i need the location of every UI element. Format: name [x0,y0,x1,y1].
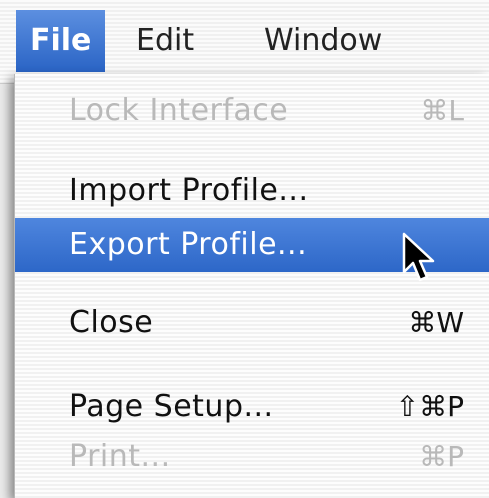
menu-item-label: Lock Interface [69,93,289,128]
menu-edit[interactable]: Edit [122,10,208,72]
menubar: File Edit Window [0,0,489,84]
menu-item-import-profile[interactable]: Import Profile... [15,164,489,218]
menu-item-label: Print... [69,439,171,474]
menu-item-close[interactable]: Close ⌘W [15,296,489,350]
menu-separator [15,362,489,364]
menu-item-shortcut: ⇧⌘P [395,390,464,423]
screen: File Edit Window Lock Interface ⌘L Impor… [0,0,489,498]
menu-item-shortcut: ⌘W [408,306,464,339]
menu-item-shortcut: ⌘P [419,440,464,473]
menu-separator [15,286,489,288]
menu-file[interactable]: File [16,10,106,72]
menu-item-shortcut: ⌘L [420,94,464,127]
menu-item-lock-interface[interactable]: Lock Interface ⌘L [15,84,489,138]
menu-item-print[interactable]: Print... ⌘P [15,430,489,484]
menu-item-page-setup[interactable]: Page Setup... ⇧⌘P [15,380,489,434]
menu-item-label: Import Profile... [69,173,309,208]
menu-separator [15,150,489,152]
menu-item-label: Close [69,305,154,340]
file-menu-dropdown: Lock Interface ⌘L Import Profile... Expo… [14,74,489,498]
menu-item-label: Export Profile... [69,227,308,262]
arrow-pointer-icon [402,232,435,282]
menu-item-label: Page Setup... [69,389,274,424]
menu-window[interactable]: Window [250,10,396,72]
